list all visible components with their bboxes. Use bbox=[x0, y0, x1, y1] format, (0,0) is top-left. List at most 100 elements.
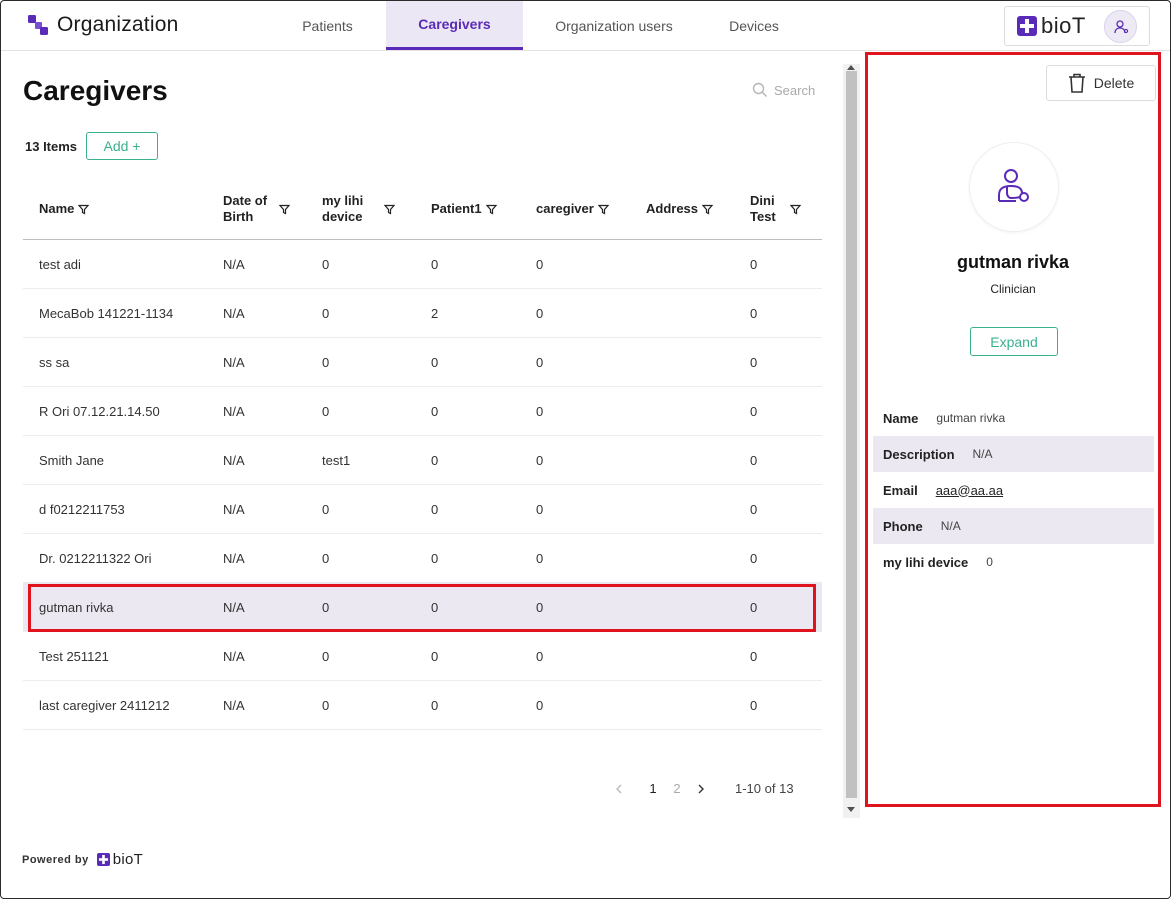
table-row[interactable]: Dr. 0212211322 Ori N/A 0 0 0 0 bbox=[23, 534, 822, 583]
table-cell: 0 bbox=[431, 453, 439, 468]
detail-row-phone: Phone N/A bbox=[873, 508, 1154, 544]
column-header-my-lihi-device[interactable]: my lihi device bbox=[322, 178, 395, 240]
table-row[interactable]: Smith Jane N/A test1 0 0 0 bbox=[23, 436, 822, 485]
table-cell: 0 bbox=[750, 551, 758, 566]
table-cell: 0 bbox=[431, 404, 439, 419]
table-row[interactable]: last caregiver 2411212 N/A 0 0 0 0 bbox=[23, 681, 822, 730]
scroll-up-arrow[interactable] bbox=[847, 65, 855, 70]
table-cell: 0 bbox=[431, 502, 439, 517]
filter-icon[interactable] bbox=[384, 204, 395, 215]
table-cell: N/A bbox=[223, 355, 245, 370]
table-cell: gutman rivka bbox=[39, 600, 114, 615]
detail-label: my lihi device bbox=[883, 554, 969, 570]
scrollbar-thumb[interactable] bbox=[846, 71, 857, 798]
table-cell: R Ori 07.12.21.14.50 bbox=[39, 404, 160, 419]
table-cell: 0 bbox=[431, 355, 439, 370]
table-row[interactable]: R Ori 07.12.21.14.50 N/A 0 0 0 0 bbox=[23, 387, 822, 436]
add-button[interactable]: Add + bbox=[86, 132, 158, 160]
table-cell: 0 bbox=[431, 257, 439, 272]
top-bar: Organization Patients Caregivers Organiz… bbox=[1, 1, 1170, 51]
table-cell: test adi bbox=[39, 257, 81, 272]
column-header-address[interactable]: Address bbox=[646, 178, 714, 240]
column-header-caregiver[interactable]: caregiver bbox=[536, 178, 609, 240]
table-cell: 0 bbox=[750, 306, 758, 321]
table-cell: 0 bbox=[750, 600, 758, 615]
caregivers-table: Name Date of Birth my lihi device Patien… bbox=[23, 178, 822, 730]
detail-row-my-lihi-device: my lihi device 0 bbox=[873, 544, 1154, 580]
table-cell: 0 bbox=[431, 649, 439, 664]
tab-organization-users[interactable]: Organization users bbox=[523, 1, 705, 50]
table-cell: Smith Jane bbox=[39, 453, 105, 468]
filter-icon[interactable] bbox=[78, 204, 90, 215]
detail-value: N/A bbox=[940, 519, 961, 533]
table-cell: N/A bbox=[223, 551, 245, 566]
table-cell: 0 bbox=[322, 257, 330, 272]
detail-label: Phone bbox=[883, 518, 923, 534]
filter-icon[interactable] bbox=[790, 204, 801, 215]
table-cell: N/A bbox=[223, 257, 245, 272]
table-cell: 0 bbox=[536, 306, 544, 321]
table-row[interactable]: d f0212211753 N/A 0 0 0 0 bbox=[23, 485, 822, 534]
tab-caregivers[interactable]: Caregivers bbox=[386, 1, 523, 50]
biot-logo-icon bbox=[96, 853, 110, 866]
table-cell: 0 bbox=[431, 698, 439, 713]
detail-row-name: Name gutman rivka bbox=[873, 400, 1154, 436]
detail-row-description: Description N/A bbox=[873, 436, 1154, 472]
table-row[interactable]: test adi N/A 0 0 0 0 bbox=[23, 240, 822, 289]
filter-icon[interactable] bbox=[279, 204, 290, 215]
table-cell: 0 bbox=[322, 551, 330, 566]
column-header-name[interactable]: Name bbox=[39, 178, 90, 240]
caregiver-detail-panel: Delete gutman rivka Clinician Expand Nam… bbox=[865, 52, 1161, 807]
email-link[interactable]: aaa@aa.aa bbox=[936, 483, 1003, 498]
footer-logo: bioT bbox=[96, 851, 143, 868]
table-row[interactable]: ss sa N/A 0 0 0 0 bbox=[23, 338, 822, 387]
scroll-down-arrow[interactable] bbox=[847, 807, 855, 812]
brand: Organization bbox=[27, 13, 178, 37]
trash-icon bbox=[1068, 73, 1085, 93]
table-cell: 0 bbox=[322, 698, 330, 713]
table-cell: 0 bbox=[750, 698, 758, 713]
tab-devices[interactable]: Devices bbox=[705, 1, 803, 50]
table-cell: 0 bbox=[536, 453, 544, 468]
clinician-icon bbox=[998, 169, 1029, 202]
table-cell: 0 bbox=[431, 551, 439, 566]
search-box[interactable]: Search bbox=[752, 82, 815, 98]
app-title: Organization bbox=[57, 13, 179, 36]
tab-patients[interactable]: Patients bbox=[269, 1, 386, 50]
table-cell: 0 bbox=[750, 355, 758, 370]
column-header-patient1[interactable]: Patient1 bbox=[431, 178, 497, 240]
table-cell: 0 bbox=[322, 649, 330, 664]
detail-value: N/A bbox=[972, 447, 993, 461]
table-cell: 0 bbox=[536, 600, 544, 615]
caregiver-role: Clinician bbox=[990, 282, 1036, 296]
column-header-dini-test[interactable]: Dini Test bbox=[750, 178, 801, 240]
filter-icon[interactable] bbox=[702, 204, 714, 215]
user-avatar[interactable] bbox=[1104, 10, 1137, 43]
expand-button[interactable]: Expand bbox=[970, 327, 1058, 356]
search-placeholder[interactable]: Search bbox=[774, 83, 815, 98]
table-cell: N/A bbox=[223, 649, 245, 664]
filter-icon[interactable] bbox=[485, 204, 497, 215]
page-1[interactable]: 1 bbox=[641, 781, 665, 796]
table-row[interactable]: gutman rivka N/A 0 0 0 0 bbox=[23, 583, 822, 632]
delete-button[interactable]: Delete bbox=[1046, 65, 1156, 101]
detail-label: Description bbox=[883, 446, 955, 462]
table-cell: test1 bbox=[322, 453, 351, 468]
column-header-date-of-birth[interactable]: Date of Birth bbox=[223, 178, 290, 240]
organization-logo-icon bbox=[28, 15, 48, 35]
search-icon bbox=[752, 82, 767, 97]
table-cell: MecaBob 141221-1134 bbox=[39, 306, 174, 321]
next-page-icon[interactable] bbox=[695, 783, 707, 795]
table-cell: 0 bbox=[536, 355, 544, 370]
table-cell: 0 bbox=[322, 355, 330, 370]
powered-by: Powered by bioT bbox=[22, 851, 143, 868]
filter-icon[interactable] bbox=[597, 204, 609, 215]
table-cell: 0 bbox=[750, 649, 758, 664]
delete-label: Delete bbox=[1093, 75, 1135, 91]
table-row[interactable]: MecaBob 141221-1134 N/A 0 2 0 0 bbox=[23, 289, 822, 338]
page-2[interactable]: 2 bbox=[665, 781, 689, 796]
table-row[interactable]: Test 251121 N/A 0 0 0 0 bbox=[23, 632, 822, 681]
table-cell: 0 bbox=[322, 600, 330, 615]
prev-page-icon[interactable] bbox=[613, 783, 625, 795]
powered-by-label: Powered by bbox=[22, 853, 89, 866]
